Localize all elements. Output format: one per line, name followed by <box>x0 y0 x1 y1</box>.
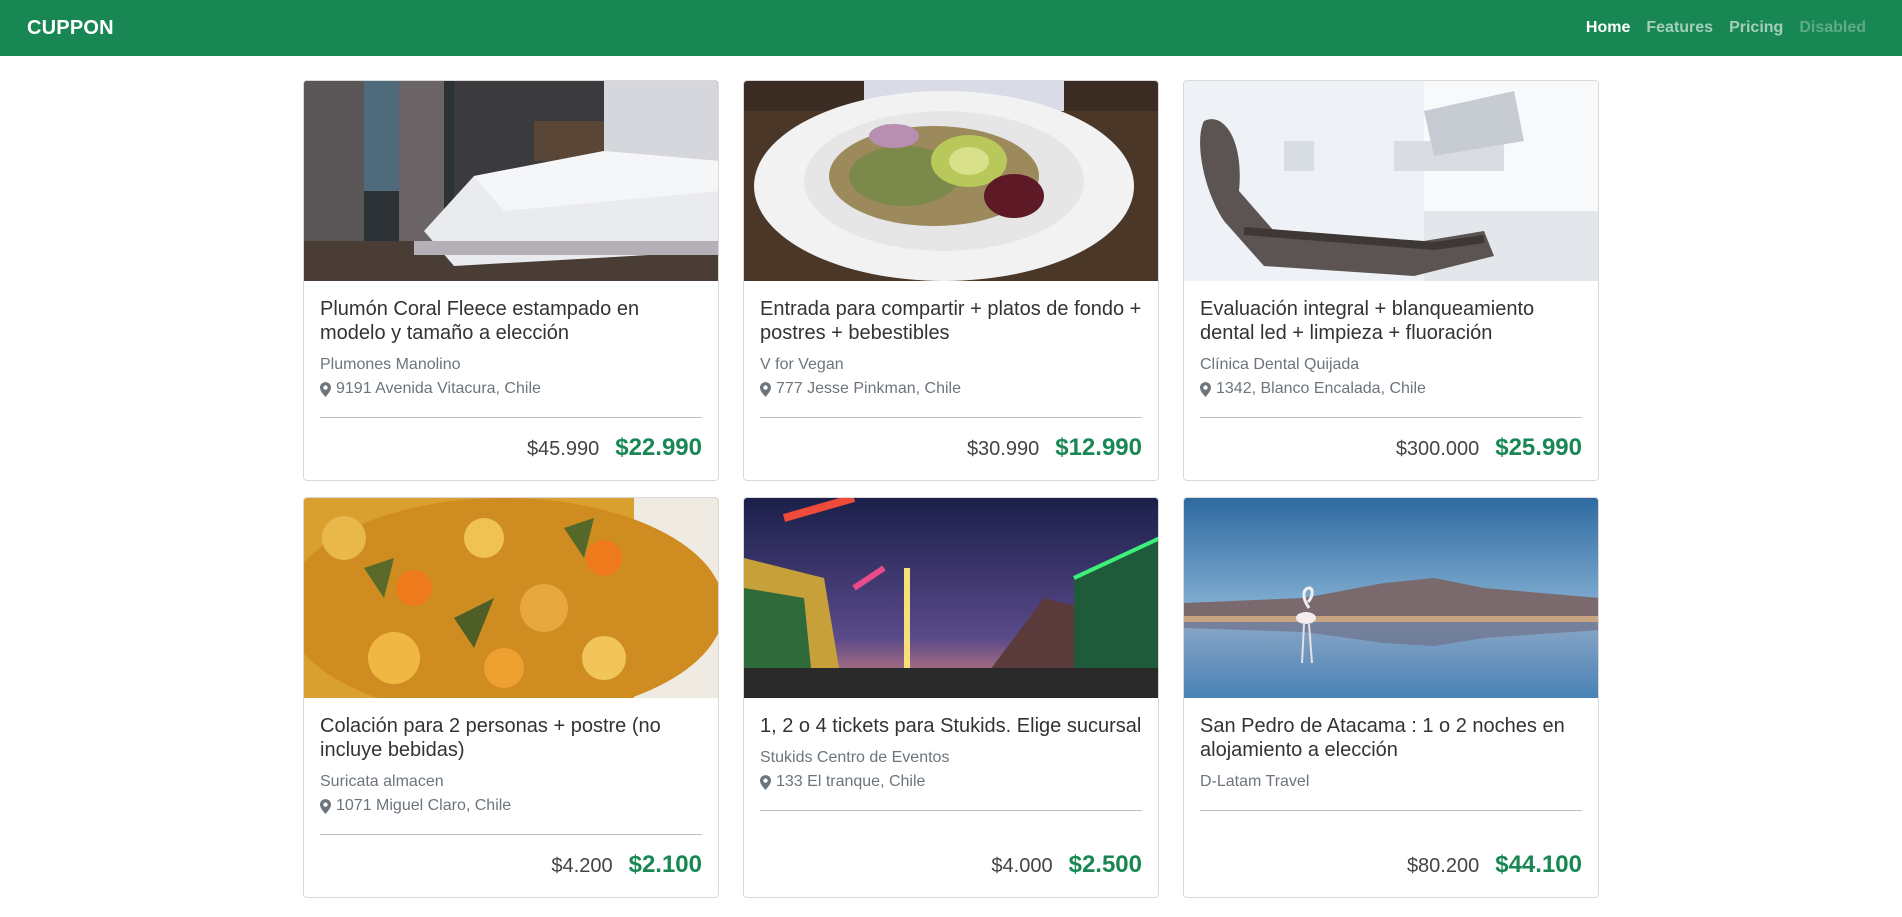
card-body: San Pedro de Atacama : 1 o 2 noches en a… <box>1184 698 1598 897</box>
merchant-name: Clínica Dental Quijada <box>1200 356 1360 373</box>
discount-price: $44.100 <box>1495 851 1582 878</box>
deal-location: 777 Jesse Pinkman, Chile <box>760 377 1142 401</box>
deal-card[interactable]: Evaluación integral + blanqueamiento den… <box>1183 80 1599 481</box>
card-body: Plumón Coral Fleece estampado en modelo … <box>304 281 718 480</box>
discount-price: $2.500 <box>1068 851 1142 878</box>
vegetable-stew-photo[interactable] <box>304 498 718 698</box>
price-row: $30.990 $12.990 <box>760 434 1142 462</box>
deal-card[interactable]: Colación para 2 personas + postre (no in… <box>303 497 719 898</box>
divider <box>1200 417 1582 418</box>
atacama-flamingo-lake-photo[interactable] <box>1184 498 1598 698</box>
dental-chair-photo[interactable] <box>1184 81 1598 281</box>
divider <box>1200 810 1582 811</box>
merchant-name: Plumones Manolino <box>320 356 461 373</box>
location-text: 133 El tranque, Chile <box>776 773 926 790</box>
deal-location: 133 El tranque, Chile <box>760 770 1142 794</box>
deal-card[interactable]: San Pedro de Atacama : 1 o 2 noches en a… <box>1183 497 1599 898</box>
price-row: $300.000 $25.990 <box>1200 434 1582 462</box>
map-marker-icon <box>760 381 771 397</box>
deal-card[interactable]: Plumón Coral Fleece estampado en modelo … <box>303 80 719 481</box>
map-marker-icon <box>320 381 331 397</box>
divider <box>760 810 1142 811</box>
location-text: 1071 Miguel Claro, Chile <box>336 797 512 814</box>
divider <box>760 417 1142 418</box>
map-marker-icon <box>760 774 771 790</box>
brand-logo[interactable]: CUPPON <box>27 17 114 40</box>
original-price: $45.990 <box>526 438 600 460</box>
original-price: $4.200 <box>551 855 613 877</box>
bedroom-bed-photo[interactable] <box>304 81 718 281</box>
discount-price: $2.100 <box>628 851 702 878</box>
map-marker-icon <box>1200 381 1211 397</box>
merchant-name: Stukids Centro de Eventos <box>760 749 950 766</box>
amusement-park-night-photo[interactable] <box>744 498 1158 698</box>
deal-location: 1071 Miguel Claro, Chile <box>320 794 702 818</box>
top-navbar: CUPPON Home Features Pricing Disabled <box>0 0 1902 56</box>
original-price: $300.000 <box>1395 438 1480 460</box>
merchant-name: V for Vegan <box>760 356 844 373</box>
deal-title[interactable]: Entrada para compartir + platos de fondo… <box>760 297 1142 345</box>
discount-price: $25.990 <box>1495 434 1582 461</box>
card-body: 1, 2 o 4 tickets para Stukids. Elige suc… <box>744 698 1158 897</box>
card-body: Evaluación integral + blanqueamiento den… <box>1184 281 1598 480</box>
price-row: $80.200 $44.100 <box>1200 851 1582 879</box>
original-price: $30.990 <box>966 438 1040 460</box>
discount-price: $12.990 <box>1055 434 1142 461</box>
divider <box>320 417 702 418</box>
vegan-salad-plate-photo[interactable] <box>744 81 1158 281</box>
deal-title[interactable]: Plumón Coral Fleece estampado en modelo … <box>320 297 702 345</box>
location-text: 777 Jesse Pinkman, Chile <box>776 380 961 397</box>
nav-disabled: Disabled <box>1799 19 1866 36</box>
merchant-name: Suricata almacen <box>320 773 444 790</box>
deal-title[interactable]: Evaluación integral + blanqueamiento den… <box>1200 297 1582 345</box>
map-marker-icon <box>320 798 331 814</box>
card-body: Colación para 2 personas + postre (no in… <box>304 698 718 897</box>
deal-card[interactable]: 1, 2 o 4 tickets para Stukids. Elige suc… <box>743 497 1159 898</box>
deals-grid: Plumón Coral Fleece estampado en modelo … <box>303 80 1600 898</box>
original-price: $80.200 <box>1406 855 1480 877</box>
price-row: $4.000 $2.500 <box>760 851 1142 879</box>
deal-card[interactable]: Entrada para compartir + platos de fondo… <box>743 80 1159 481</box>
deal-title[interactable]: 1, 2 o 4 tickets para Stukids. Elige suc… <box>760 714 1142 738</box>
nav-links: Home Features Pricing Disabled <box>1586 19 1866 37</box>
price-row: $45.990 $22.990 <box>320 434 702 462</box>
merchant-name: D-Latam Travel <box>1200 773 1310 790</box>
nav-home[interactable]: Home <box>1586 19 1630 37</box>
deal-location: 9191 Avenida Vitacura, Chile <box>320 377 702 401</box>
nav-pricing[interactable]: Pricing <box>1729 19 1783 37</box>
deal-title[interactable]: San Pedro de Atacama : 1 o 2 noches en a… <box>1200 714 1582 762</box>
discount-price: $22.990 <box>615 434 702 461</box>
card-body: Entrada para compartir + platos de fondo… <box>744 281 1158 480</box>
divider <box>320 834 702 835</box>
deal-location: 1342, Blanco Encalada, Chile <box>1200 377 1582 401</box>
location-text: 9191 Avenida Vitacura, Chile <box>336 380 541 397</box>
original-price: $4.000 <box>991 855 1053 877</box>
nav-features[interactable]: Features <box>1646 19 1713 37</box>
deal-title[interactable]: Colación para 2 personas + postre (no in… <box>320 714 702 762</box>
price-row: $4.200 $2.100 <box>320 851 702 879</box>
location-text: 1342, Blanco Encalada, Chile <box>1216 380 1426 397</box>
